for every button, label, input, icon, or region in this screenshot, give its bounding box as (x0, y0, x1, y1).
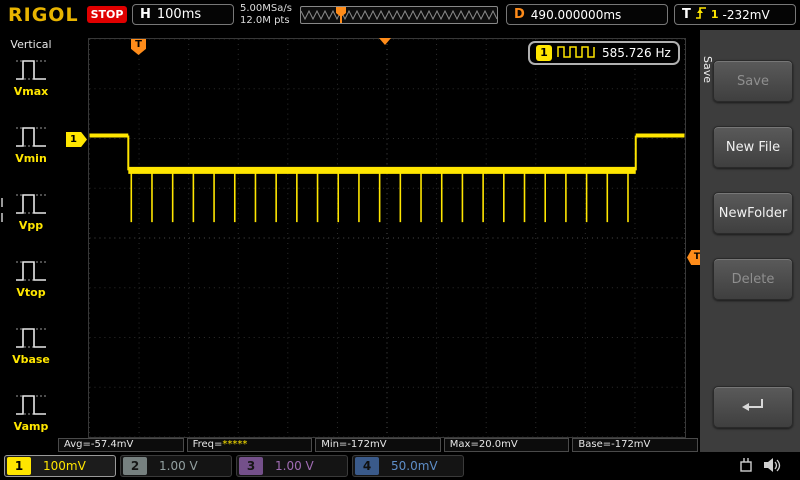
horizontal-center-marker (379, 38, 391, 45)
horizontal-label: H (140, 7, 151, 22)
memory-overview-waveform (300, 7, 498, 23)
trigger-level-value: -232mV (722, 7, 770, 22)
menu-button-newfolder[interactable]: NewFolder (713, 192, 793, 234)
measurement-label: Freq= (192, 439, 223, 450)
channel-status-bar: 1 100mV 2 1.00 V 3 1.00 V 4 50.0mV (0, 452, 800, 480)
vmin-waveform-icon (14, 123, 48, 151)
trigger-readout: T 1 -232mV (674, 4, 796, 25)
measure-button-vmin[interactable]: Vmin (7, 123, 55, 179)
channel4-number: 4 (355, 457, 379, 475)
delay-readout: D 490.000000ms (506, 4, 668, 25)
measurement-base: Base=-172mV (572, 438, 698, 452)
measurement-min: Min=-172mV (315, 438, 441, 452)
acquisition-info: 5.00MSa/s 12.0M pts (240, 3, 292, 27)
freq-counter-value: 585.726 Hz (602, 46, 671, 60)
sample-rate: 5.00MSa/s (240, 3, 292, 14)
measurement-value: 20.0mV (478, 439, 518, 450)
menu-button-delete[interactable]: Delete (713, 258, 793, 300)
measurement-value: -57.4mV (90, 439, 134, 450)
measurement-label: Min= (321, 439, 348, 450)
channel1-scale: 100mV (43, 459, 86, 473)
menu-button-save[interactable]: Save (713, 60, 793, 102)
channel1-status[interactable]: 1 100mV (4, 455, 116, 477)
measure-button-vpp[interactable]: Vpp (7, 190, 55, 246)
measure-button-vbase[interactable]: Vbase (7, 324, 55, 380)
channel2-number: 2 (123, 457, 147, 475)
timebase-value: 100ms (156, 7, 202, 22)
measure-button-vtop[interactable]: Vtop (7, 257, 55, 313)
measurement-label: Avg= (64, 439, 91, 450)
horizontal-position-strip (300, 6, 498, 24)
measurement-max: Max=20.0mV (443, 438, 570, 452)
measure-button-label: Vpp (18, 219, 44, 232)
save-menu: Save Save New File NewFolder Delete (700, 30, 800, 452)
channel4-status[interactable]: 4 50.0mV (352, 455, 464, 477)
measurement-value: -172mV (347, 439, 387, 450)
measurement-results-row: Avg=-57.4mV Freq=***** Min=-172mV Max=20… (58, 438, 698, 452)
trigger-label: T (682, 7, 691, 22)
waveform-display: T 1 585.726 Hz 1 T Avg=-57.4mV Freq=****… (58, 30, 702, 452)
measurement-avg: Avg=-57.4mV (58, 438, 184, 452)
rigol-logo: RIGOL (8, 4, 79, 26)
vamp-waveform-icon (14, 391, 48, 419)
return-arrow-icon (740, 396, 766, 418)
delay-label: D (514, 7, 525, 22)
channel3-number: 3 (239, 457, 263, 475)
frequency-counter-badge: 1 585.726 Hz (528, 41, 680, 65)
channel2-status[interactable]: 2 1.00 V (120, 455, 232, 477)
measurement-value: -172mV (611, 439, 651, 450)
measurement-freq: Freq=***** (186, 438, 313, 452)
sidebar-scroll-indicator (1, 198, 4, 228)
measure-button-vamp[interactable]: Vamp (7, 391, 55, 447)
beeper-icon (762, 457, 782, 477)
measure-button-label: Vmin (15, 152, 47, 165)
channel1-position-marker[interactable]: 1 (66, 132, 87, 147)
measure-sidebar: Vertical Vmax Vmin Vpp Vtop Vbase Vamp (0, 30, 62, 452)
memory-depth: 12.0M pts (240, 15, 290, 26)
trigger-source: 1 (710, 8, 719, 21)
measurement-label: Base= (578, 439, 612, 450)
channel2-scale: 1.00 V (159, 459, 198, 473)
channel3-status[interactable]: 3 1.00 V (236, 455, 348, 477)
channel3-scale: 1.00 V (275, 459, 314, 473)
menu-button-back[interactable] (713, 386, 793, 428)
trigger-edge-icon (695, 6, 707, 23)
measure-button-label: Vamp (13, 420, 49, 433)
usb-icon (738, 457, 754, 476)
freq-counter-channel: 1 (536, 45, 552, 61)
top-status-bar: RIGOL STOP H 100ms 5.00MSa/s 12.0M pts D… (0, 0, 800, 30)
channel4-scale: 50.0mV (391, 459, 438, 473)
measure-button-vmax[interactable]: Vmax (7, 56, 55, 112)
pulse-train-icon (557, 45, 597, 61)
delay-value: 490.000000ms (530, 7, 622, 22)
vmax-waveform-icon (14, 56, 48, 84)
horizontal-timebase-group: H 100ms (132, 4, 234, 25)
vpp-waveform-icon (14, 190, 48, 218)
vbase-waveform-icon (14, 324, 48, 352)
sidebar-title: Vertical (10, 38, 52, 51)
measurement-value: ***** (222, 439, 248, 450)
measure-button-label: Vbase (12, 353, 50, 366)
vtop-waveform-icon (14, 257, 48, 285)
menu-button-new-file[interactable]: New File (713, 126, 793, 168)
run-state-badge: STOP (87, 6, 127, 23)
measurement-label: Max= (449, 439, 479, 450)
channel1-number: 1 (7, 457, 31, 475)
graticule-svg (88, 38, 686, 438)
measure-button-label: Vtop (16, 286, 46, 299)
measure-button-label: Vmax (13, 85, 49, 98)
